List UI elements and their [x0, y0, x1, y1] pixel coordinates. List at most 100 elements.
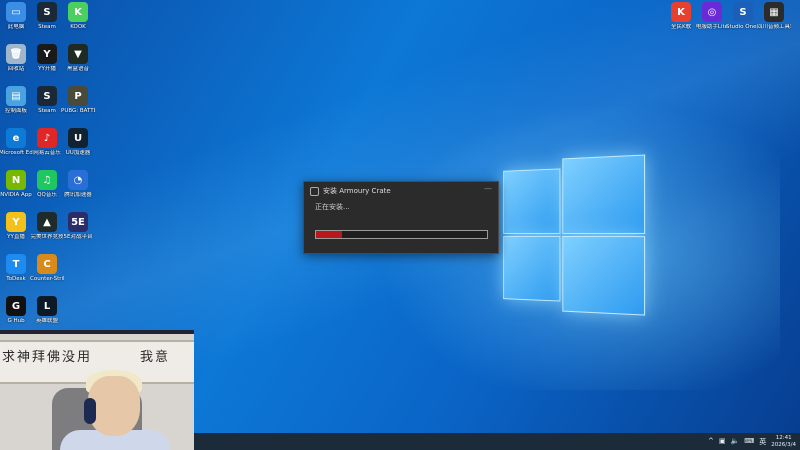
desktop-icon[interactable]: ▲ 完美世界竞技 [30, 212, 64, 241]
clock-date: 2026/3/4 [771, 441, 796, 448]
desktop-icon[interactable]: K KOOK [61, 2, 95, 31]
app-icon: K [671, 2, 691, 22]
app-icon: ▼ [68, 44, 88, 64]
dialog-title: 安装 Armoury Crate [323, 187, 391, 195]
tray-icon[interactable]: 🔈 [730, 437, 739, 447]
desktop-icon-label: 回收站 [7, 66, 25, 72]
desktop-icon[interactable]: ▤ 控制面板 [0, 86, 33, 115]
app-icon: ◎ [702, 2, 722, 22]
app-icon: C [37, 254, 57, 274]
app-icon: Y [37, 44, 57, 64]
app-icon: ▭ [6, 2, 26, 22]
desktop-icon-label: 此电脑 [7, 24, 25, 30]
desktop-icon[interactable]: U UU加速器 [61, 128, 95, 157]
app-icon: ▲ [37, 212, 57, 232]
desktop-icon[interactable]: P PUBG: BATTLEGR... [61, 86, 95, 115]
desktop-icon-label: 全民K歌 [670, 24, 692, 30]
webcam-top-bar [0, 330, 194, 334]
desktop-icon[interactable]: S Steam [30, 2, 64, 31]
taskbar: ^ ▣ 🔈 ⌨ 英 12:41 2026/3/4 [194, 433, 800, 450]
desktop-icon[interactable]: S Studio One 7 [726, 2, 760, 31]
webcam-overlay: 求神拜佛没用 我意 [0, 330, 194, 450]
desktop-icon-label: 网易云音乐 [33, 150, 61, 156]
desktop-icon-label: Steam [38, 24, 56, 30]
desktop-icon[interactable]: ▼ 黑盒语音 [61, 44, 95, 73]
app-icon: ▦ [764, 2, 784, 22]
desktop-icon-label: Microsoft Edge [0, 150, 33, 156]
armoury-crate-logo-icon [310, 186, 319, 196]
app-icon: ♫ [37, 170, 57, 190]
app-icon: T [6, 254, 26, 274]
desktop-icon[interactable]: C Counter-Strike 2 [30, 254, 64, 283]
app-icon: N [6, 170, 26, 190]
desktop-icon-label: PUBG: BATTLEGR... [61, 108, 95, 114]
desktop-icon[interactable]: 5E 5E对战平台 [61, 212, 95, 241]
desktop-icon-label: ToDesk [6, 276, 26, 282]
desktop-icon[interactable]: ♪ 网易云音乐 [30, 128, 64, 157]
app-icon: P [68, 86, 88, 106]
app-icon: ▤ [6, 86, 26, 106]
app-icon: S [37, 86, 57, 106]
desktop-icon-label: NVIDIA App [0, 192, 32, 198]
desktop-icon-label: 四川音频工具箱 [757, 24, 791, 30]
desktop-icon-label: G Hub [7, 318, 25, 324]
app-icon: e [6, 128, 26, 148]
install-progress-bar [315, 230, 488, 239]
desktop-icon[interactable]: G G Hub [0, 296, 33, 325]
tray-icons: ^ ▣ 🔈 ⌨ 英 [708, 437, 766, 447]
app-icon: L [37, 296, 57, 316]
desktop-icon[interactable]: S Steam [30, 86, 64, 115]
desktop-icon-label: Counter-Strike 2 [30, 276, 64, 282]
desktop-icon-label: 控制面板 [4, 108, 27, 114]
calligraphy-left-text: 求神拜佛没用 [2, 350, 93, 365]
desktop-icon-label: 电服助手Lite [695, 24, 729, 30]
desktop-icon[interactable]: ▦ 四川音频工具箱 [757, 2, 791, 31]
desktop-icon-label: 英雄联盟 [35, 318, 58, 324]
desktop-icon[interactable]: ◎ 电服助手Lite [695, 2, 729, 31]
desktop-icon-label: YY开播 [38, 66, 56, 72]
install-status-text: 正在安装... [315, 203, 350, 211]
desktop-icon[interactable]: Y YY直播 [0, 212, 33, 241]
app-icon: K [68, 2, 88, 22]
install-dialog: 安装 Armoury Crate — 正在安装... [303, 181, 499, 254]
windows-logo-wallpaper [503, 154, 646, 316]
desktop-icon[interactable]: ◔ 腾讯加速器 [61, 170, 95, 199]
desktop-icon[interactable]: e Microsoft Edge [0, 128, 33, 157]
app-icon: ◔ [68, 170, 88, 190]
tray-icon[interactable]: ^ [708, 437, 714, 447]
clock[interactable]: 12:41 2026/3/4 [771, 435, 796, 449]
clock-time: 12:41 [775, 434, 792, 441]
desktop-icon[interactable]: ▭ 此电脑 [0, 2, 33, 31]
tray-icon[interactable]: ▣ [719, 437, 726, 447]
desktop-icon-label: Steam [38, 108, 56, 114]
app-icon: Y [6, 212, 26, 232]
minimize-button[interactable]: — [484, 184, 492, 193]
desktop-icon-label: 完美世界竞技 [30, 234, 64, 240]
system-tray: ^ ▣ 🔈 ⌨ 英 12:41 2026/3/4 [708, 433, 796, 450]
desktop-icon-label: QQ音乐 [37, 192, 57, 198]
desktop-icon-label: 腾讯加速器 [64, 192, 92, 198]
install-progress-fill [316, 231, 342, 238]
tray-icon[interactable]: ⌨ [744, 437, 754, 447]
desktop-icon[interactable]: L 英雄联盟 [30, 296, 64, 325]
desktop-icon[interactable]: 🗑 回收站 [0, 44, 33, 73]
dialog-title-bar: 安装 Armoury Crate [310, 186, 391, 196]
desktop-icon[interactable]: K 全民K歌 [664, 2, 698, 31]
headset [84, 398, 96, 424]
desktop-icon[interactable]: ♫ QQ音乐 [30, 170, 64, 199]
desktop-icon-label: UU加速器 [65, 150, 91, 156]
desktop-icon-label: Studio One 7 [726, 24, 760, 30]
app-icon: S [37, 2, 57, 22]
desktop-icon[interactable]: Y YY开播 [30, 44, 64, 73]
desktop-icon[interactable]: N NVIDIA App [0, 170, 33, 199]
desktop-icon-label: KOOK [70, 24, 86, 30]
app-icon: 🗑 [6, 44, 26, 64]
app-icon: ♪ [37, 128, 57, 148]
calligraphy-right-text: 我意 [140, 350, 171, 365]
app-icon: S [733, 2, 753, 22]
app-icon: G [6, 296, 26, 316]
tray-icon[interactable]: 英 [759, 437, 766, 447]
app-icon: 5E [68, 212, 88, 232]
desktop-icon-label: 5E对战平台 [63, 234, 93, 240]
desktop-icon[interactable]: T ToDesk [0, 254, 33, 283]
